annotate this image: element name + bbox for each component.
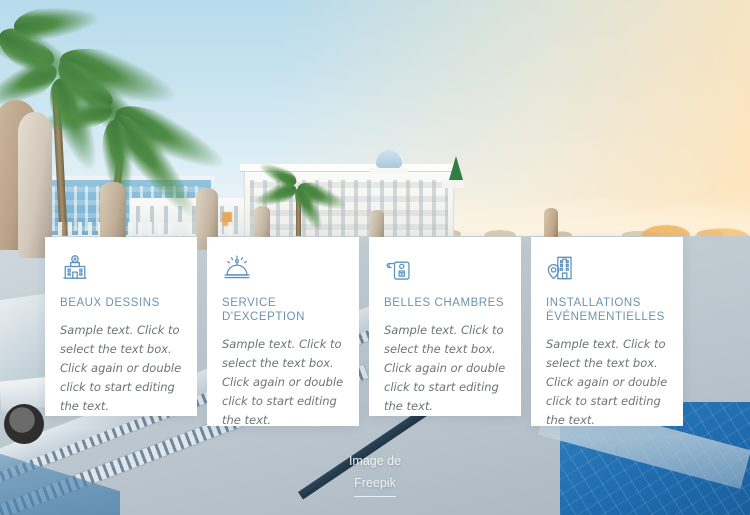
feature-card-body: Sample text. Click to select the text bo… — [60, 323, 182, 413]
feature-card-title: BELLES CHAMBRES — [384, 297, 505, 309]
green-spire-base — [442, 180, 464, 188]
feature-card-belles-chambres[interactable]: BELLES CHAMBRES Sample text. Click to se… — [369, 237, 521, 416]
feature-card-service-exception[interactable]: SERVICE D'EXCEPTION Sample text. Click t… — [207, 237, 359, 427]
service-bell-icon — [222, 253, 252, 283]
door-hanger-key-icon — [384, 253, 414, 283]
feature-card-beaux-dessins[interactable]: BEAUX DESSINS Sample text. Click to sele… — [45, 237, 197, 416]
hotel-building-icon — [60, 253, 90, 283]
hotel-location-pin-icon — [546, 253, 576, 283]
page-root: BEAUX DESSINS Sample text. Click to sele… — [0, 0, 750, 515]
feature-card-body: Sample text. Click to select the text bo… — [384, 323, 506, 413]
feature-card-body: Sample text. Click to select the text bo… — [222, 337, 344, 427]
hotel-dome-base — [370, 168, 408, 174]
freepik-link[interactable]: Freepik — [354, 472, 396, 497]
feature-card-installations-evenementielles[interactable]: INSTALLATIONS ÉVÉNEMENTIELLES Sample tex… — [531, 237, 683, 427]
hotel-dome — [376, 150, 402, 170]
feature-cards-row: BEAUX DESSINS Sample text. Click to sele… — [45, 237, 703, 427]
image-credit: Image de Freepik — [0, 450, 750, 497]
feature-card-title: BEAUX DESSINS — [60, 297, 160, 309]
green-spire — [449, 156, 463, 180]
feature-card-body: Sample text. Click to select the text bo… — [546, 337, 668, 427]
feature-card-title: INSTALLATIONS ÉVÉNEMENTIELLES — [546, 297, 665, 323]
feature-card-title: SERVICE D'EXCEPTION — [222, 297, 306, 323]
lounger-wheel — [4, 404, 44, 444]
image-credit-line1: Image de — [348, 454, 402, 468]
image-credit-link-wrapper: Freepik — [354, 472, 396, 497]
